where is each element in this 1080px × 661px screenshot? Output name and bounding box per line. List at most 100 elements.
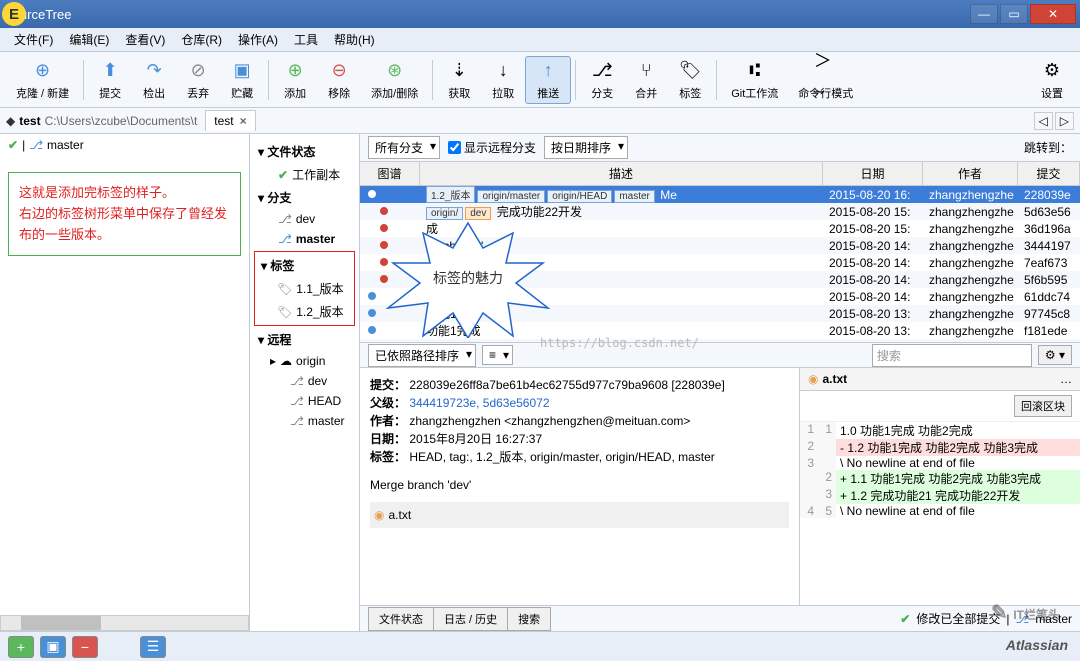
maximize-button[interactable]: ▭ [1000, 4, 1028, 24]
check-icon: ✔ [278, 168, 288, 182]
tab-close-icon[interactable]: × [240, 114, 247, 128]
commit-row[interactable]: origin/dev 完成功能22开发2015-08-20 15:zhangzh… [360, 203, 1080, 220]
diff-line: 45\ No newline at end of file [800, 504, 1080, 518]
col-graph[interactable]: 图谱 [360, 162, 420, 185]
tags-header[interactable]: ▾ 标签 [257, 254, 352, 277]
detail-gear-button[interactable]: ⚙ ▾ [1038, 345, 1072, 365]
repo-tab[interactable]: test × [205, 110, 255, 131]
commit-row[interactable]: 1 功能1完成2015-08-20 14:zhangzhengzhe5f6b59… [360, 271, 1080, 288]
add-button[interactable]: ⊕添加 [273, 57, 317, 103]
commit-row[interactable]: 功能1完成2015-08-20 13:zhangzhengzhef181ede [360, 322, 1080, 339]
branch-icon: ⎇ [290, 374, 304, 388]
tag-1-2[interactable]: 🏷1.2_版本 [257, 300, 352, 323]
commit-row[interactable]: 成2015-08-20 15:zhangzhengzhe36d196a [360, 220, 1080, 237]
current-branch: master [47, 138, 84, 152]
working-copy-item[interactable]: ✔工作副本 [250, 163, 359, 186]
col-date[interactable]: 日期 [823, 162, 923, 185]
terminal-icon: ＞_ [814, 59, 838, 83]
remote-dev[interactable]: ⎇dev [250, 371, 359, 391]
branches-header[interactable]: ▾ 分支 [250, 186, 359, 209]
branch-button[interactable]: ⎇分支 [580, 57, 624, 103]
branch-icon: ⎇ [290, 394, 304, 408]
left-panel: ✔ | ⎇ master 这就是添加完标签的样子。 右边的标签树形菜单中保存了曾… [0, 134, 250, 631]
diff-line: 2+ 1.1 功能1完成 功能2完成 功能3完成 [800, 470, 1080, 487]
commit-row[interactable]: 1.2_版本origin/masterorigin/HEADmaster Me2… [360, 186, 1080, 203]
tab-search[interactable]: 搜索 [507, 607, 551, 631]
menu-edit[interactable]: 编辑(E) [61, 29, 117, 50]
commit-row[interactable]: 功能1完成2015-08-20 13:zhangzhengzhe97745c8 [360, 305, 1080, 322]
minimize-button[interactable]: — [970, 4, 998, 24]
menu-help[interactable]: 帮助(H) [326, 29, 383, 50]
settings-button[interactable]: ⚙设置 [1030, 57, 1074, 103]
diff-line: 3+ 1.2 完成功能21 完成功能22开发 [800, 487, 1080, 504]
col-author[interactable]: 作者 [923, 162, 1018, 185]
remotes-header[interactable]: ▾ 远程 [250, 328, 359, 351]
sort-dropdown[interactable]: 按日期排序 [544, 136, 628, 159]
repo-name: test [19, 114, 40, 128]
clone-button[interactable]: ⊕克隆 / 新建 [6, 57, 79, 103]
discard-icon: ⊘ [186, 59, 210, 83]
toolbar: ⊕克隆 / 新建 ⬆提交 ↷检出 ⊘丢弃 ▣贮藏 ⊕添加 ⊖移除 ⊛添加/删除 … [0, 52, 1080, 108]
tag-icon: 🏷 [678, 59, 702, 83]
close-button[interactable]: ✕ [1030, 4, 1076, 24]
remove-button[interactable]: ⊖移除 [317, 57, 361, 103]
watermark-url: https://blog.csdn.net/ [540, 336, 699, 350]
addremove-button[interactable]: ⊛添加/删除 [361, 57, 428, 103]
commit-icon: ⬆ [98, 59, 122, 83]
commit-message: Merge branch 'dev' [370, 476, 789, 494]
menu-view[interactable]: 查看(V) [117, 29, 173, 50]
file-icon: ◉ [808, 372, 818, 386]
remote-origin[interactable]: ▸ ☁ origin [250, 351, 359, 371]
commit-button[interactable]: ⬆提交 [88, 57, 132, 103]
commit-row[interactable]: 2015-08-20 14:zhangzhengzhe7eaf673 [360, 254, 1080, 271]
sb-folder-button[interactable]: ▣ [40, 636, 66, 658]
hscroll[interactable] [0, 615, 249, 631]
push-button[interactable]: ↑推送 [525, 56, 571, 104]
commit-row[interactable]: ranch 'dev'2015-08-20 14:zhangzhengzhe34… [360, 237, 1080, 254]
all-branches-dropdown[interactable]: 所有分支 [368, 136, 440, 159]
path-sort-dropdown[interactable]: 已依照路径排序 [368, 344, 476, 367]
sb-view-button[interactable]: ☰ [140, 636, 166, 658]
filestatus-header[interactable]: ▾ 文件状态 [250, 140, 359, 163]
sb-add-button[interactable]: + [8, 636, 34, 658]
menu-repo[interactable]: 仓库(R) [173, 29, 230, 50]
terminal-button[interactable]: ＞_命令行模式 [788, 57, 863, 103]
tab-filestatus[interactable]: 文件状态 [368, 607, 434, 631]
col-desc[interactable]: 描述 [420, 162, 823, 185]
file-item[interactable]: ◉ a.txt [370, 502, 789, 528]
marker-e: E [2, 2, 26, 26]
remote-master[interactable]: ⎇master [250, 411, 359, 431]
search-input[interactable]: 搜索 [872, 344, 1032, 367]
remove-icon: ⊖ [327, 59, 351, 83]
checkout-button[interactable]: ↷检出 [132, 57, 176, 103]
pull-button[interactable]: ↓拉取 [481, 57, 525, 103]
sb-remove-button[interactable]: − [72, 636, 98, 658]
col-hash[interactable]: 提交 [1018, 162, 1080, 185]
menu-file[interactable]: 文件(F) [6, 29, 61, 50]
nav-next-icon[interactable]: ▷ [1055, 112, 1074, 130]
commit-row[interactable]: 功能2完成2015-08-20 14:zhangzhengzhe61ddc74 [360, 288, 1080, 305]
tag-icon: 🏷 [277, 305, 292, 319]
tab-log[interactable]: 日志 / 历史 [433, 607, 508, 631]
more-icon[interactable]: … [1060, 372, 1072, 386]
view-mode-dropdown[interactable]: ≡ [482, 345, 513, 365]
remote-head[interactable]: ⎇HEAD [250, 391, 359, 411]
tag-button[interactable]: 🏷标签 [668, 57, 712, 103]
branch-dev[interactable]: ⎇dev [250, 209, 359, 229]
branch-master[interactable]: ⎇master [250, 229, 359, 249]
menu-action[interactable]: 操作(A) [230, 29, 286, 50]
fetch-button[interactable]: ⇣获取 [437, 57, 481, 103]
tag-1-1[interactable]: 🏷1.1_版本 [257, 277, 352, 300]
menu-tools[interactable]: 工具 [286, 29, 326, 50]
stash-icon: ▣ [230, 59, 254, 83]
revert-hunk-button[interactable]: 回滚区块 [1014, 395, 1072, 417]
nav-prev-icon[interactable]: ◁ [1034, 112, 1053, 130]
show-remote-checkbox[interactable]: 显示远程分支 [448, 139, 536, 156]
annotation-callout: 这就是添加完标签的样子。 右边的标签树形菜单中保存了曾经发布的一些版本。 [8, 172, 241, 256]
stash-button[interactable]: ▣贮藏 [220, 57, 264, 103]
cloud-icon: ☁ [280, 354, 292, 368]
discard-button[interactable]: ⊘丢弃 [176, 57, 220, 103]
gitflow-button[interactable]: ⑆Git工作流 [721, 57, 788, 103]
merge-button[interactable]: ⑂合并 [624, 57, 668, 103]
diff-filename: a.txt [822, 372, 847, 386]
